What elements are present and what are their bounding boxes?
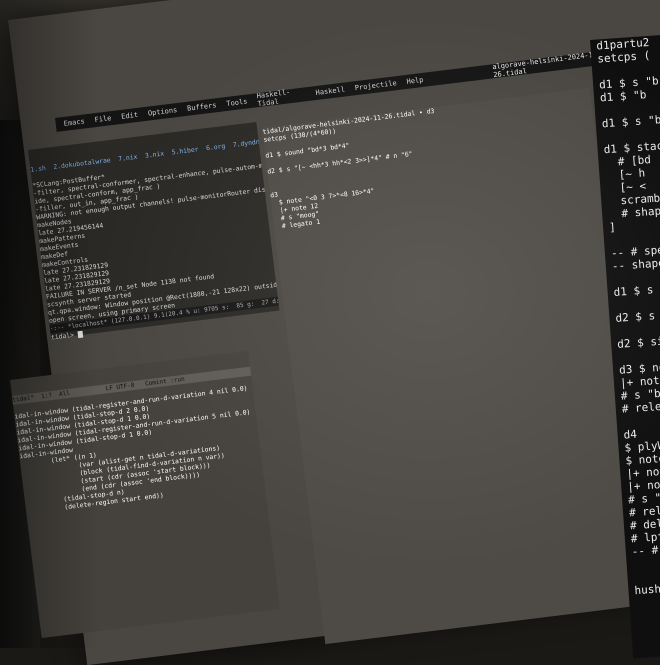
menu-item-0[interactable]: Emacs [63,117,85,128]
menu-item-8[interactable]: Projectile [354,79,397,92]
menu-item-9[interactable]: Help [406,76,424,86]
menu-item-7[interactable]: Haskell [315,85,345,97]
tidal-editor-buffer[interactable]: tidal/algorave-helsinki-2024-11-26.tidal… [262,87,653,645]
sclang-post-buffer[interactable]: 1.sh 2.dokubotalwrae 7.nix 3.nix 5.hiber… [28,121,298,342]
text-cursor [77,330,84,338]
menu-item-1[interactable]: File [94,114,112,124]
menu-item-3[interactable]: Options [147,106,177,118]
menu-item-5[interactable]: Tools [226,97,248,108]
tidal-repl-buffer[interactable]: tidal* 1:? All LF UTF-8 Comint :run idal… [10,350,280,639]
menu-item-4[interactable]: Buffers [187,101,217,113]
menu-item-2[interactable]: Edit [121,111,139,121]
